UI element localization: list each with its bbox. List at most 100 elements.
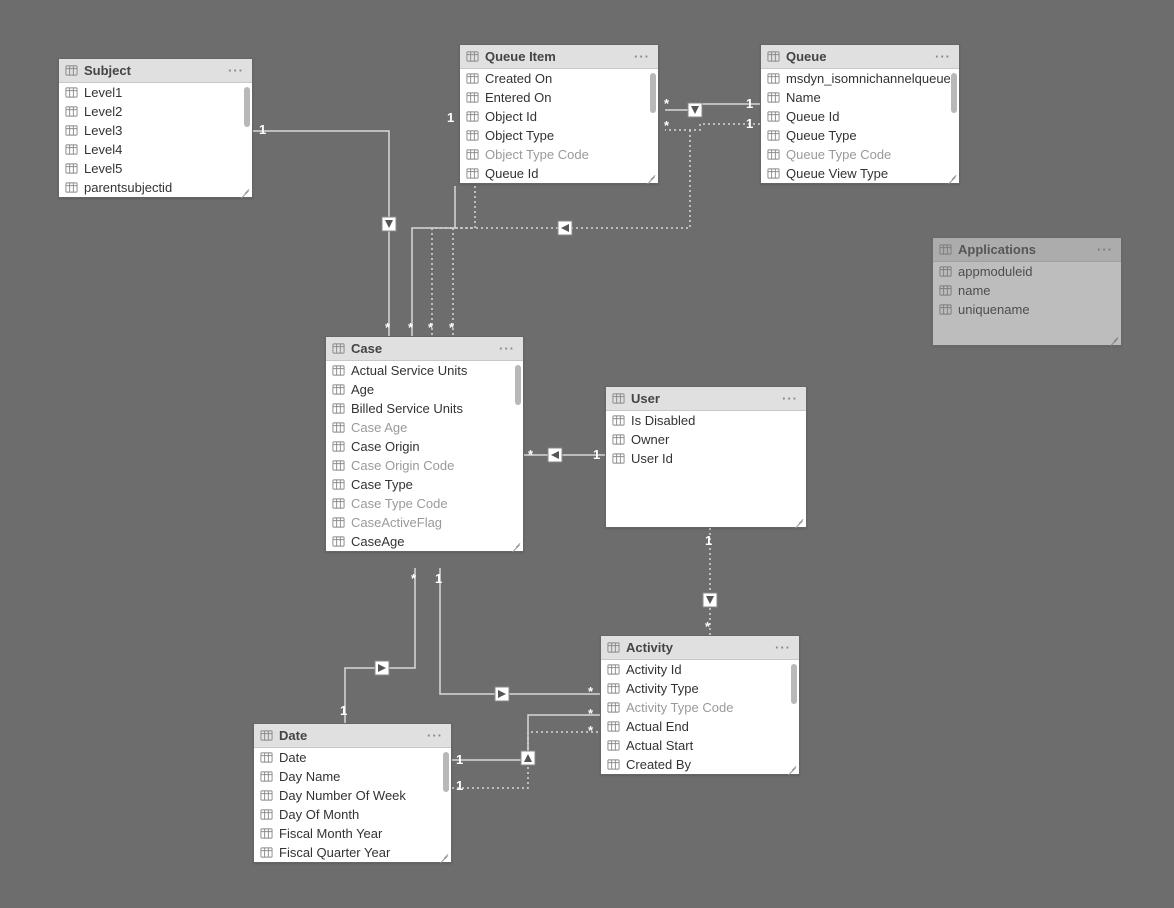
entity-header[interactable]: Activity ··· bbox=[601, 636, 799, 660]
column-icon bbox=[939, 284, 952, 297]
column-icon bbox=[65, 124, 78, 137]
cardinality-many: * bbox=[411, 571, 416, 586]
field-row: Object Type Code bbox=[460, 145, 658, 164]
column-icon bbox=[332, 535, 345, 548]
field-row: User Id bbox=[606, 449, 806, 468]
entity-body: appmoduleid name uniquename bbox=[933, 262, 1121, 345]
scrollbar-thumb[interactable] bbox=[951, 73, 957, 113]
entity-menu-button[interactable]: ··· bbox=[775, 640, 791, 655]
table-icon bbox=[607, 641, 620, 654]
column-icon bbox=[332, 421, 345, 434]
cardinality-many: * bbox=[588, 684, 593, 699]
column-icon bbox=[607, 758, 620, 771]
scrollbar-thumb[interactable] bbox=[443, 752, 449, 792]
field-row: Activity Type Code bbox=[601, 698, 799, 717]
field-label: Day Number Of Week bbox=[279, 788, 406, 803]
entity-title: Applications bbox=[958, 242, 1036, 257]
cardinality-one: 1 bbox=[705, 533, 712, 548]
field-row: Object Type bbox=[460, 126, 658, 145]
entity-date[interactable]: Date ··· Date Day Name Day Number Of Wee… bbox=[253, 723, 452, 863]
table-icon bbox=[466, 50, 479, 63]
entity-queue-item[interactable]: Queue Item ··· Created On Entered On Obj… bbox=[459, 44, 659, 184]
field-row: Actual End bbox=[601, 717, 799, 736]
scrollbar-thumb[interactable] bbox=[650, 73, 656, 113]
cardinality-many: * bbox=[664, 96, 669, 111]
scrollbar-thumb[interactable] bbox=[791, 664, 797, 704]
field-label: CaseAge bbox=[351, 534, 404, 549]
field-row: Created By bbox=[601, 755, 799, 774]
field-label: User Id bbox=[631, 451, 673, 466]
entity-menu-button[interactable]: ··· bbox=[499, 341, 515, 356]
field-row: Created On bbox=[460, 69, 658, 88]
entity-activity[interactable]: Activity ··· Activity Id Activity Type A… bbox=[600, 635, 800, 775]
column-icon bbox=[466, 72, 479, 85]
field-label: Case Origin Code bbox=[351, 458, 454, 473]
field-label: Actual Service Units bbox=[351, 363, 467, 378]
entity-subject[interactable]: Subject ··· Level1 Level2 Level3 Level4 … bbox=[58, 58, 253, 198]
field-label: Is Disabled bbox=[631, 413, 695, 428]
entity-menu-button[interactable]: ··· bbox=[228, 63, 244, 78]
entity-body: msdyn_isomnichannelqueue Name Queue Id Q… bbox=[761, 69, 959, 183]
cardinality-many: * bbox=[664, 118, 669, 133]
column-icon bbox=[466, 129, 479, 142]
field-label: Queue Id bbox=[786, 109, 840, 124]
resize-handle[interactable] bbox=[646, 171, 656, 181]
field-row: Fiscal Month Year bbox=[254, 824, 451, 843]
entity-title: Queue bbox=[786, 49, 826, 64]
field-row: Queue Type Code bbox=[761, 145, 959, 164]
entity-header[interactable]: User ··· bbox=[606, 387, 806, 411]
entity-queue[interactable]: Queue ··· msdyn_isomnichannelqueue Name … bbox=[760, 44, 960, 184]
field-label: Object Type Code bbox=[485, 147, 589, 162]
resize-handle[interactable] bbox=[947, 171, 957, 181]
entity-header[interactable]: Subject ··· bbox=[59, 59, 252, 83]
entity-title: Queue Item bbox=[485, 49, 556, 64]
field-row: msdyn_isomnichannelqueue bbox=[761, 69, 959, 88]
resize-handle[interactable] bbox=[439, 850, 449, 860]
resize-handle[interactable] bbox=[794, 515, 804, 525]
entity-body: Actual Service Units Age Billed Service … bbox=[326, 361, 523, 551]
entity-menu-button[interactable]: ··· bbox=[634, 49, 650, 64]
resize-handle[interactable] bbox=[1109, 333, 1119, 343]
entity-menu-button[interactable]: ··· bbox=[427, 728, 443, 743]
field-row: Level2 bbox=[59, 102, 252, 121]
cardinality-one: 1 bbox=[340, 703, 347, 718]
field-label: Activity Type bbox=[626, 681, 699, 696]
cardinality-many: * bbox=[428, 320, 433, 335]
entity-header[interactable]: Date ··· bbox=[254, 724, 451, 748]
field-label: parentsubjectid bbox=[84, 180, 172, 195]
resize-handle[interactable] bbox=[787, 762, 797, 772]
resize-handle[interactable] bbox=[240, 185, 250, 195]
field-label: Case Type Code bbox=[351, 496, 448, 511]
field-row: CaseActiveFlag bbox=[326, 513, 523, 532]
cardinality-many: * bbox=[588, 706, 593, 721]
scrollbar-thumb[interactable] bbox=[515, 365, 521, 405]
cardinality-one: 1 bbox=[593, 447, 600, 462]
table-icon bbox=[612, 392, 625, 405]
field-label: Object Id bbox=[485, 109, 537, 124]
entity-body: Is Disabled Owner User Id bbox=[606, 411, 806, 468]
entity-menu-button[interactable]: ··· bbox=[935, 49, 951, 64]
field-label: Case Type bbox=[351, 477, 413, 492]
entity-menu-button[interactable]: ··· bbox=[782, 391, 798, 406]
entity-menu-button[interactable]: ··· bbox=[1097, 242, 1113, 257]
entity-case[interactable]: Case ··· Actual Service Units Age Billed… bbox=[325, 336, 524, 552]
column-icon bbox=[65, 162, 78, 175]
entity-header[interactable]: Queue Item ··· bbox=[460, 45, 658, 69]
field-label: name bbox=[958, 283, 991, 298]
entity-user[interactable]: User ··· Is Disabled Owner User Id bbox=[605, 386, 807, 528]
field-label: Billed Service Units bbox=[351, 401, 463, 416]
resize-handle[interactable] bbox=[511, 539, 521, 549]
field-row: name bbox=[933, 281, 1121, 300]
field-label: Name bbox=[786, 90, 821, 105]
field-row: uniquename bbox=[933, 300, 1121, 319]
field-row: Day Name bbox=[254, 767, 451, 786]
table-icon bbox=[260, 729, 273, 742]
scrollbar-thumb[interactable] bbox=[244, 87, 250, 127]
entity-header[interactable]: Case ··· bbox=[326, 337, 523, 361]
column-icon bbox=[767, 167, 780, 180]
entity-applications[interactable]: Applications ··· appmoduleid name unique… bbox=[932, 237, 1122, 346]
entity-header[interactable]: Applications ··· bbox=[933, 238, 1121, 262]
column-icon bbox=[607, 720, 620, 733]
field-label: Activity Type Code bbox=[626, 700, 733, 715]
entity-header[interactable]: Queue ··· bbox=[761, 45, 959, 69]
